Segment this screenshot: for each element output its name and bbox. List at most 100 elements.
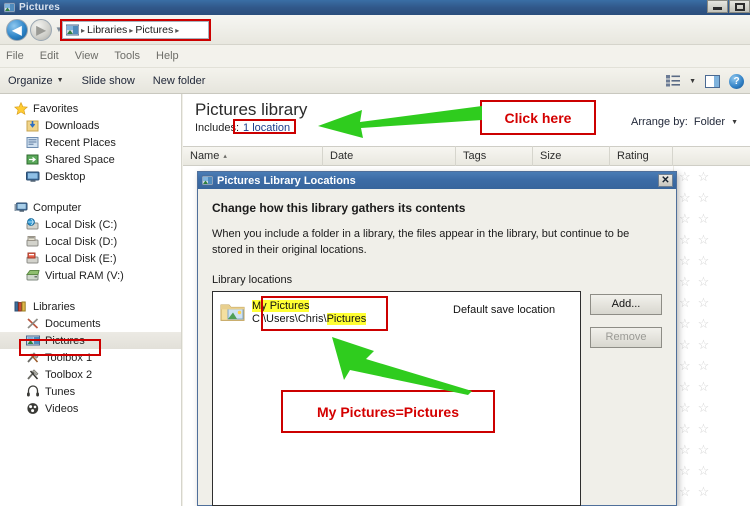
table-row[interactable]: ☆ ☆ xyxy=(675,166,750,187)
menu-edit[interactable]: Edit xyxy=(40,50,59,62)
sidebar-item-local-disk-e[interactable]: Local Disk (E:) xyxy=(0,250,181,267)
column-header-extra[interactable] xyxy=(673,146,750,166)
sidebar-item-favorites[interactable]: Favorites xyxy=(0,100,181,117)
table-row[interactable]: ☆ ☆ xyxy=(675,271,750,292)
sidebar-item-desktop[interactable]: Desktop xyxy=(0,168,181,185)
star-rating-icon[interactable]: ☆ xyxy=(698,401,710,414)
new-folder-button[interactable]: New folder xyxy=(153,75,206,87)
column-header-date[interactable]: Date xyxy=(323,146,456,166)
slideshow-button[interactable]: Slide show xyxy=(82,75,135,87)
table-row[interactable]: ☆ ☆ xyxy=(675,355,750,376)
sidebar-item-tunes[interactable]: Tunes xyxy=(0,383,181,400)
breadcrumb-caret-2[interactable]: ▸ xyxy=(175,26,179,35)
back-button[interactable]: ◀ xyxy=(6,18,28,41)
sidebar-item-pictures[interactable]: Pictures xyxy=(0,332,181,349)
star-rating-icon[interactable]: ☆ xyxy=(679,422,691,435)
sidebar-item-videos[interactable]: Videos xyxy=(0,400,181,417)
star-rating-icon[interactable]: ☆ xyxy=(679,212,691,225)
star-rating-icon[interactable]: ☆ xyxy=(679,443,691,456)
column-header-rating[interactable]: Rating xyxy=(610,146,673,166)
table-row[interactable]: ☆ ☆ xyxy=(675,376,750,397)
star-rating-icon[interactable]: ☆ xyxy=(698,338,710,351)
table-row[interactable]: ☆ ☆ xyxy=(675,439,750,460)
help-icon[interactable]: ? xyxy=(729,73,744,89)
star-rating-icon[interactable]: ☆ xyxy=(698,212,710,225)
star-rating-icon[interactable]: ☆ xyxy=(698,275,710,288)
sidebar-item-local-disk-d[interactable]: Local Disk (D:) xyxy=(0,233,181,250)
address-bar[interactable]: ▸ Libraries ▸ Pictures ▸ xyxy=(62,21,209,39)
star-rating-icon[interactable]: ☆ xyxy=(679,464,691,477)
star-rating-icon[interactable]: ☆ xyxy=(679,317,691,330)
sidebar-item-toolbox-2[interactable]: Toolbox 2 xyxy=(0,366,181,383)
breadcrumb-pictures[interactable]: Pictures xyxy=(135,24,173,36)
view-dropdown-icon[interactable]: ▼ xyxy=(689,78,696,85)
table-row[interactable]: ☆ ☆ xyxy=(675,292,750,313)
add-button[interactable]: Add... xyxy=(590,293,662,315)
star-rating-icon[interactable]: ☆ xyxy=(698,233,710,246)
maximize-icon[interactable] xyxy=(729,0,750,13)
column-header-size[interactable]: Size xyxy=(533,146,610,166)
list-item[interactable]: My Pictures C:\Users\Chris\Pictures Defa… xyxy=(213,292,580,331)
table-row[interactable]: ☆ ☆ xyxy=(675,313,750,334)
view-options-icon[interactable] xyxy=(666,75,681,87)
breadcrumb-caret-root[interactable]: ▸ xyxy=(81,26,85,35)
sidebar-item-recent-places[interactable]: Recent Places xyxy=(0,134,181,151)
star-rating-icon[interactable]: ☆ xyxy=(679,254,691,267)
column-header-name[interactable]: Name ▴ xyxy=(183,146,323,166)
arrange-by-control[interactable]: Arrange by: Folder ▼ xyxy=(631,116,738,128)
star-rating-icon[interactable]: ☆ xyxy=(698,359,710,372)
table-row[interactable]: ☆ ☆ xyxy=(675,460,750,481)
star-rating-icon[interactable]: ☆ xyxy=(679,170,691,183)
preview-pane-icon[interactable] xyxy=(705,74,720,88)
table-row[interactable]: ☆ ☆ xyxy=(675,397,750,418)
sidebar-item-shared-space[interactable]: Shared Space xyxy=(0,151,181,168)
menu-view[interactable]: View xyxy=(75,50,99,62)
star-rating-icon[interactable]: ☆ xyxy=(698,485,710,498)
close-icon[interactable]: ✕ xyxy=(658,174,673,187)
sidebar-item-computer[interactable]: Computer xyxy=(0,199,181,216)
sidebar-item-downloads[interactable]: Downloads xyxy=(0,117,181,134)
star-rating-icon[interactable]: ☆ xyxy=(679,338,691,351)
sidebar-item-toolbox-1[interactable]: Toolbox 1 xyxy=(0,349,181,366)
locations-link[interactable]: 1 location xyxy=(243,122,290,134)
forward-button[interactable]: ▶ xyxy=(30,18,52,41)
star-rating-icon[interactable]: ☆ xyxy=(679,191,691,204)
star-rating-icon[interactable]: ☆ xyxy=(679,359,691,372)
star-rating-icon[interactable]: ☆ xyxy=(698,380,710,393)
star-rating-icon[interactable]: ☆ xyxy=(698,191,710,204)
star-rating-icon[interactable]: ☆ xyxy=(679,296,691,309)
star-rating-icon[interactable]: ☆ xyxy=(698,317,710,330)
table-row[interactable]: ☆ ☆ xyxy=(675,481,750,502)
star-rating-icon[interactable]: ☆ xyxy=(679,485,691,498)
star-rating-icon[interactable]: ☆ xyxy=(698,296,710,309)
star-rating-icon[interactable]: ☆ xyxy=(679,401,691,414)
menu-tools[interactable]: Tools xyxy=(114,50,140,62)
menu-file[interactable]: File xyxy=(6,50,24,62)
star-rating-icon[interactable]: ☆ xyxy=(698,170,710,183)
table-row[interactable]: ☆ ☆ xyxy=(675,187,750,208)
star-rating-icon[interactable]: ☆ xyxy=(698,254,710,267)
menu-help[interactable]: Help xyxy=(156,50,179,62)
table-row[interactable]: ☆ ☆ xyxy=(675,229,750,250)
star-rating-icon[interactable]: ☆ xyxy=(698,422,710,435)
table-row[interactable]: ☆ ☆ xyxy=(675,250,750,271)
star-rating-icon[interactable]: ☆ xyxy=(698,464,710,477)
star-rating-icon[interactable]: ☆ xyxy=(679,275,691,288)
star-rating-icon[interactable]: ☆ xyxy=(679,233,691,246)
star-rating-icon[interactable]: ☆ xyxy=(698,443,710,456)
table-row[interactable]: ☆ ☆ xyxy=(675,418,750,439)
table-row[interactable]: ☆ ☆ xyxy=(675,334,750,355)
breadcrumb-caret-1[interactable]: ▸ xyxy=(129,26,133,35)
organize-button[interactable]: Organize ▼ xyxy=(8,75,64,87)
sidebar-item-documents[interactable]: Documents xyxy=(0,315,181,332)
sidebar-item-libraries[interactable]: Libraries xyxy=(0,298,181,315)
table-row[interactable]: ☆ ☆ xyxy=(675,208,750,229)
breadcrumb-libraries[interactable]: Libraries xyxy=(87,24,127,36)
sidebar-item-virtual-ram[interactable]: Virtual RAM (V:) xyxy=(0,267,181,284)
computer-icon xyxy=(14,201,28,214)
minimize-icon[interactable] xyxy=(707,0,728,13)
star-rating-icon[interactable]: ☆ xyxy=(679,380,691,393)
sidebar-label-local-disk-d: Local Disk (D:) xyxy=(45,235,118,248)
column-header-tags[interactable]: Tags xyxy=(456,146,533,166)
sidebar-item-local-disk-c[interactable]: Local Disk (C:) xyxy=(0,216,181,233)
